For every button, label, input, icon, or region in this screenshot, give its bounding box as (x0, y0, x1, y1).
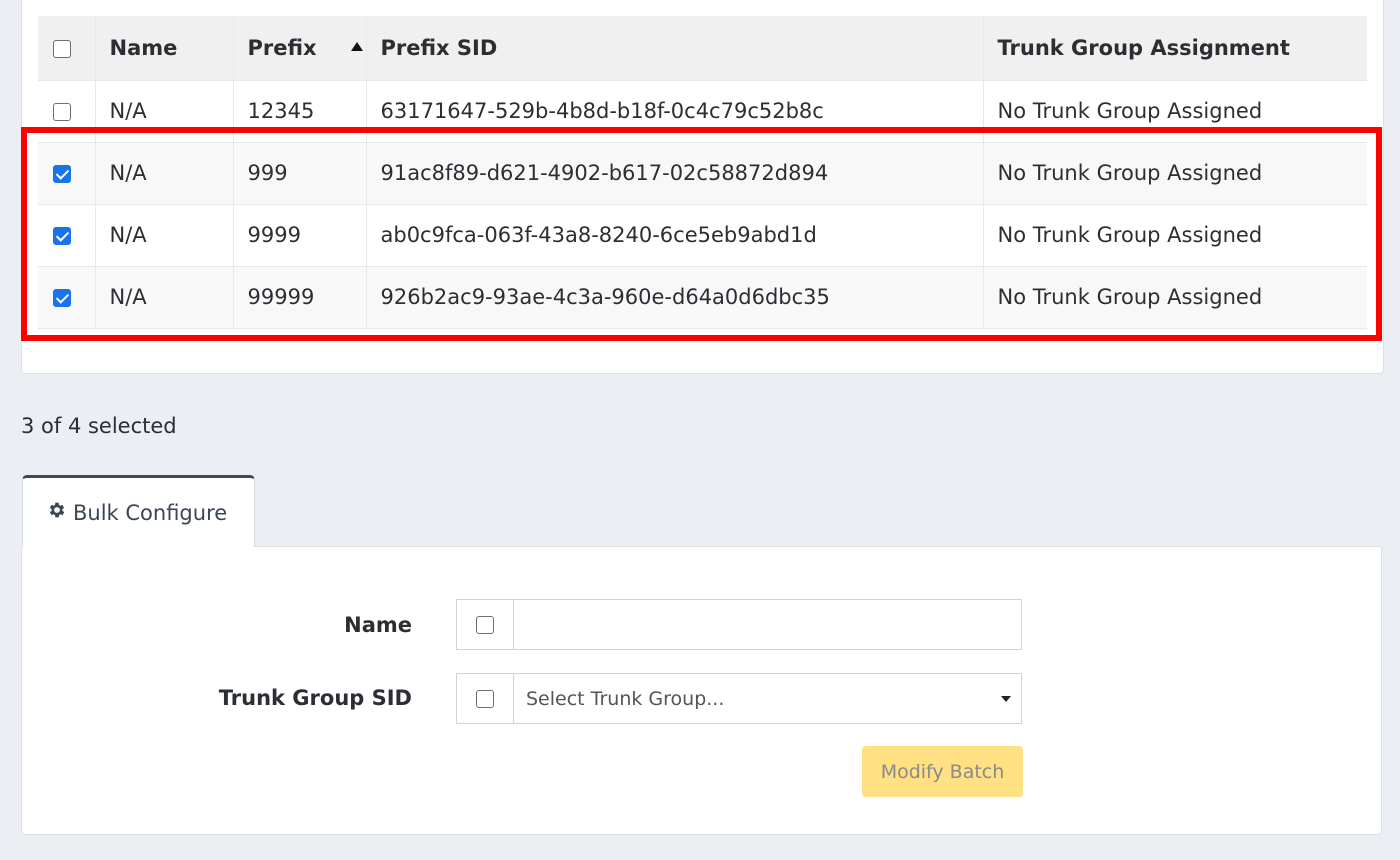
cell-name: N/A (94, 142, 233, 205)
cell-prefix-sid: ab0c9fca-063f-43a8-8240-6ce5eb9abd1d (365, 204, 983, 267)
table-row[interactable]: N/A 999 91ac8f89-d621-4902-b617-02c58872d8… (38, 142, 1367, 205)
gear-icon (47, 500, 67, 525)
cell-prefix: 99999 (232, 266, 366, 329)
trunk-group-sid-label: Trunk Group SID (218, 686, 412, 710)
row-checkbox[interactable] (53, 227, 71, 245)
cell-name: N/A (94, 266, 233, 329)
tab-bulk-configure[interactable]: Bulk Configure (22, 475, 255, 547)
column-header-name[interactable]: Name (94, 16, 233, 81)
row-checkbox[interactable] (53, 103, 71, 121)
name-input[interactable] (514, 600, 1021, 649)
cell-prefix-sid: 926b2ac9-93ae-4c3a-960e-d64a0d6dbc35 (365, 266, 983, 329)
tab-bulk-configure-label: Bulk Configure (73, 500, 228, 525)
trunk-enable-checkbox[interactable] (476, 689, 494, 708)
column-header-prefix-sid[interactable]: Prefix SID (365, 16, 983, 81)
cell-trunk-group: No Trunk Group Assigned (982, 266, 1367, 329)
column-header-trunk-group[interactable]: Trunk Group Assignment (982, 16, 1367, 81)
name-enable-addon (457, 600, 514, 649)
modify-batch-button[interactable]: Modify Batch (862, 746, 1023, 797)
column-header-prefix[interactable]: Prefix (232, 16, 366, 81)
row-checkbox-cell (38, 266, 95, 329)
trunk-group-input-group: Select Trunk Group... (456, 673, 1022, 724)
cell-trunk-group: No Trunk Group Assigned (982, 80, 1367, 143)
cell-trunk-group: No Trunk Group Assigned (982, 204, 1367, 267)
name-input-group (456, 599, 1022, 650)
prefix-table-card: Name Prefix Prefix SID Trunk Group Assig… (21, 0, 1384, 374)
cell-prefix-sid: 91ac8f89-d621-4902-b617-02c58872d894 (365, 142, 983, 205)
row-checkbox-cell (38, 204, 95, 267)
cell-prefix: 999 (232, 142, 366, 205)
row-checkbox-cell (38, 142, 95, 205)
cell-prefix: 12345 (232, 80, 366, 143)
name-field-label: Name (344, 613, 412, 637)
table-row[interactable]: N/A 12345 63171647-529b-4b8d-b18f-0c4c79c5… (38, 80, 1367, 143)
trunk-group-select-placeholder: Select Trunk Group... (526, 687, 725, 710)
table-header-row: Name Prefix Prefix SID Trunk Group Assig… (38, 16, 1367, 81)
row-checkbox[interactable] (53, 289, 71, 307)
select-all-cell (38, 16, 95, 81)
table-row[interactable]: N/A 9999 ab0c9fca-063f-43a8-8240-6ce5eb9ab… (38, 204, 1367, 267)
column-header-prefix-label: Prefix (247, 35, 317, 60)
sort-ascending-icon (350, 42, 363, 52)
cell-prefix: 9999 (232, 204, 366, 267)
select-all-checkbox[interactable] (53, 39, 71, 58)
table-row[interactable]: N/A 99999 926b2ac9-93ae-4c3a-960e-d64a0d6d… (38, 266, 1367, 329)
selection-count: 3 of 4 selected (21, 414, 177, 438)
trunk-group-select[interactable]: Select Trunk Group... (514, 674, 1021, 723)
cell-name: N/A (94, 80, 233, 143)
row-checkbox-cell (38, 80, 95, 143)
cell-trunk-group: No Trunk Group Assigned (982, 142, 1367, 205)
row-checkbox[interactable] (53, 165, 71, 183)
chevron-down-icon (1001, 695, 1011, 702)
cell-prefix-sid: 63171647-529b-4b8d-b18f-0c4c79c52b8c (365, 80, 983, 143)
name-enable-checkbox[interactable] (476, 615, 494, 634)
trunk-enable-addon (457, 674, 514, 723)
cell-name: N/A (94, 204, 233, 267)
prefix-table: Name Prefix Prefix SID Trunk Group Assig… (38, 16, 1367, 329)
